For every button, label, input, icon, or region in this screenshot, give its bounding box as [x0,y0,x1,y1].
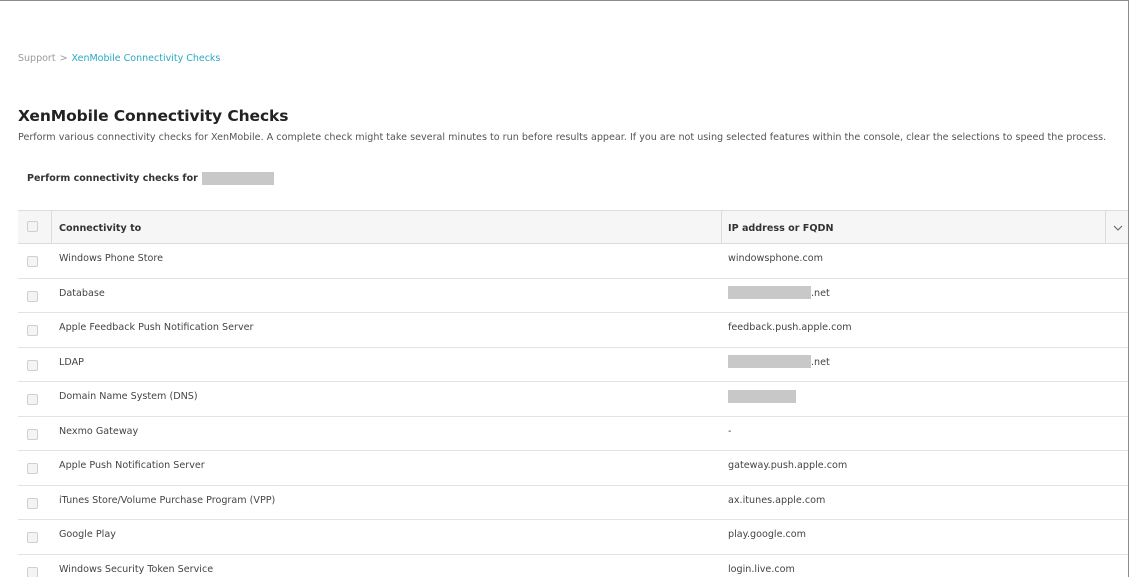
connectivity-name: Nexmo Gateway [59,425,139,437]
table-row[interactable]: Google Play play.google.com [18,520,1128,555]
address-cell: gateway.push.apple.com [728,451,847,481]
page-title: XenMobile Connectivity Checks [18,107,289,125]
chevron-down-icon [1113,225,1123,231]
address-text: windowsphone.com [728,253,823,264]
row-checkbox[interactable] [27,463,38,474]
column-header-connectivity-to[interactable]: Connectivity to [59,211,141,247]
select-all-checkbox[interactable] [27,221,38,232]
table-row[interactable]: iTunes Store/Volume Purchase Program (VP… [18,486,1128,520]
connectivity-name: Apple Push Notification Server [59,460,205,471]
address-text: gateway.push.apple.com [728,460,848,471]
connectivity-name: LDAP [59,356,84,368]
table-row[interactable]: Windows Security Token Service login.live… [18,555,1128,577]
row-checkbox[interactable] [27,394,38,405]
select-all-cell [18,211,52,244]
connectivity-table: Connectivity to IP address or FQDN Windo… [18,210,1128,577]
address-cell: ax.itunes.apple.com [728,486,825,516]
address-text: login.live.com [728,563,795,575]
breadcrumb-separator: > [59,53,68,64]
redacted-block [728,355,811,368]
table-row[interactable]: Nexmo Gateway - [18,417,1128,451]
address-cell: feedback.push.apple.com [728,313,852,343]
address-text: .net [811,356,830,368]
breadcrumb-support-link[interactable]: Support [18,53,56,64]
row-checkbox[interactable] [27,532,38,543]
column-divider [721,211,722,244]
page-frame: Support > XenMobile Connectivity Checks Xe… [0,0,1129,577]
checks-for-label: Perform connectivity checks for [27,173,198,184]
address-cell: - [728,417,731,447]
connectivity-name: Database [59,287,105,299]
row-checkbox[interactable] [27,428,38,440]
column-menu-button[interactable] [1106,211,1128,244]
table-row[interactable]: Database .net [18,279,1128,313]
address-cell: login.live.com [728,555,795,577]
checks-for-redacted-value [202,172,274,185]
row-checkbox[interactable] [27,256,38,267]
table-header: Connectivity to IP address or FQDN [18,210,1128,247]
breadcrumb-current[interactable]: XenMobile Connectivity Checks [72,53,221,64]
address-text: .net [811,287,830,299]
connectivity-name: Google Play [59,529,116,540]
breadcrumb: Support > XenMobile Connectivity Checks [18,53,220,65]
address-text: ax.itunes.apple.com [728,494,826,506]
table-body: Windows Phone Store windowsphone.com Datab… [18,244,1128,577]
address-cell: windowsphone.com [728,244,823,274]
page-description: Perform various connectivity checks for … [18,132,1107,143]
address-text: feedback.push.apple.com [728,322,852,333]
table-row[interactable]: Apple Push Notification Server gateway.pu… [18,451,1128,486]
connectivity-name: iTunes Store/Volume Purchase Program (VP… [59,494,276,506]
connectivity-name: Apple Feedback Push Notification Server [59,322,254,333]
address-cell: .net [728,279,830,309]
table-row[interactable]: Apple Feedback Push Notification Server f… [18,313,1128,348]
address-cell [728,382,796,412]
table-row[interactable]: Windows Phone Store windowsphone.com [18,244,1128,279]
address-cell: .net [728,348,830,378]
row-checkbox[interactable] [27,325,38,336]
row-checkbox[interactable] [27,566,38,577]
row-checkbox[interactable] [27,359,38,371]
column-header-ip-address[interactable]: IP address or FQDN [728,211,834,247]
row-checkbox[interactable] [27,497,38,509]
table-row[interactable]: Domain Name System (DNS) [18,382,1128,417]
table-row[interactable]: LDAP .net [18,348,1128,382]
connectivity-name: Windows Phone Store [59,253,163,264]
redacted-block [728,389,796,403]
address-text: - [728,425,732,437]
row-checkbox[interactable] [27,290,38,302]
address-text: play.google.com [728,529,807,540]
connectivity-name: Domain Name System (DNS) [59,391,198,402]
redacted-block [728,286,811,299]
connectivity-name: Windows Security Token Service [59,563,214,575]
address-cell: play.google.com [728,520,806,550]
